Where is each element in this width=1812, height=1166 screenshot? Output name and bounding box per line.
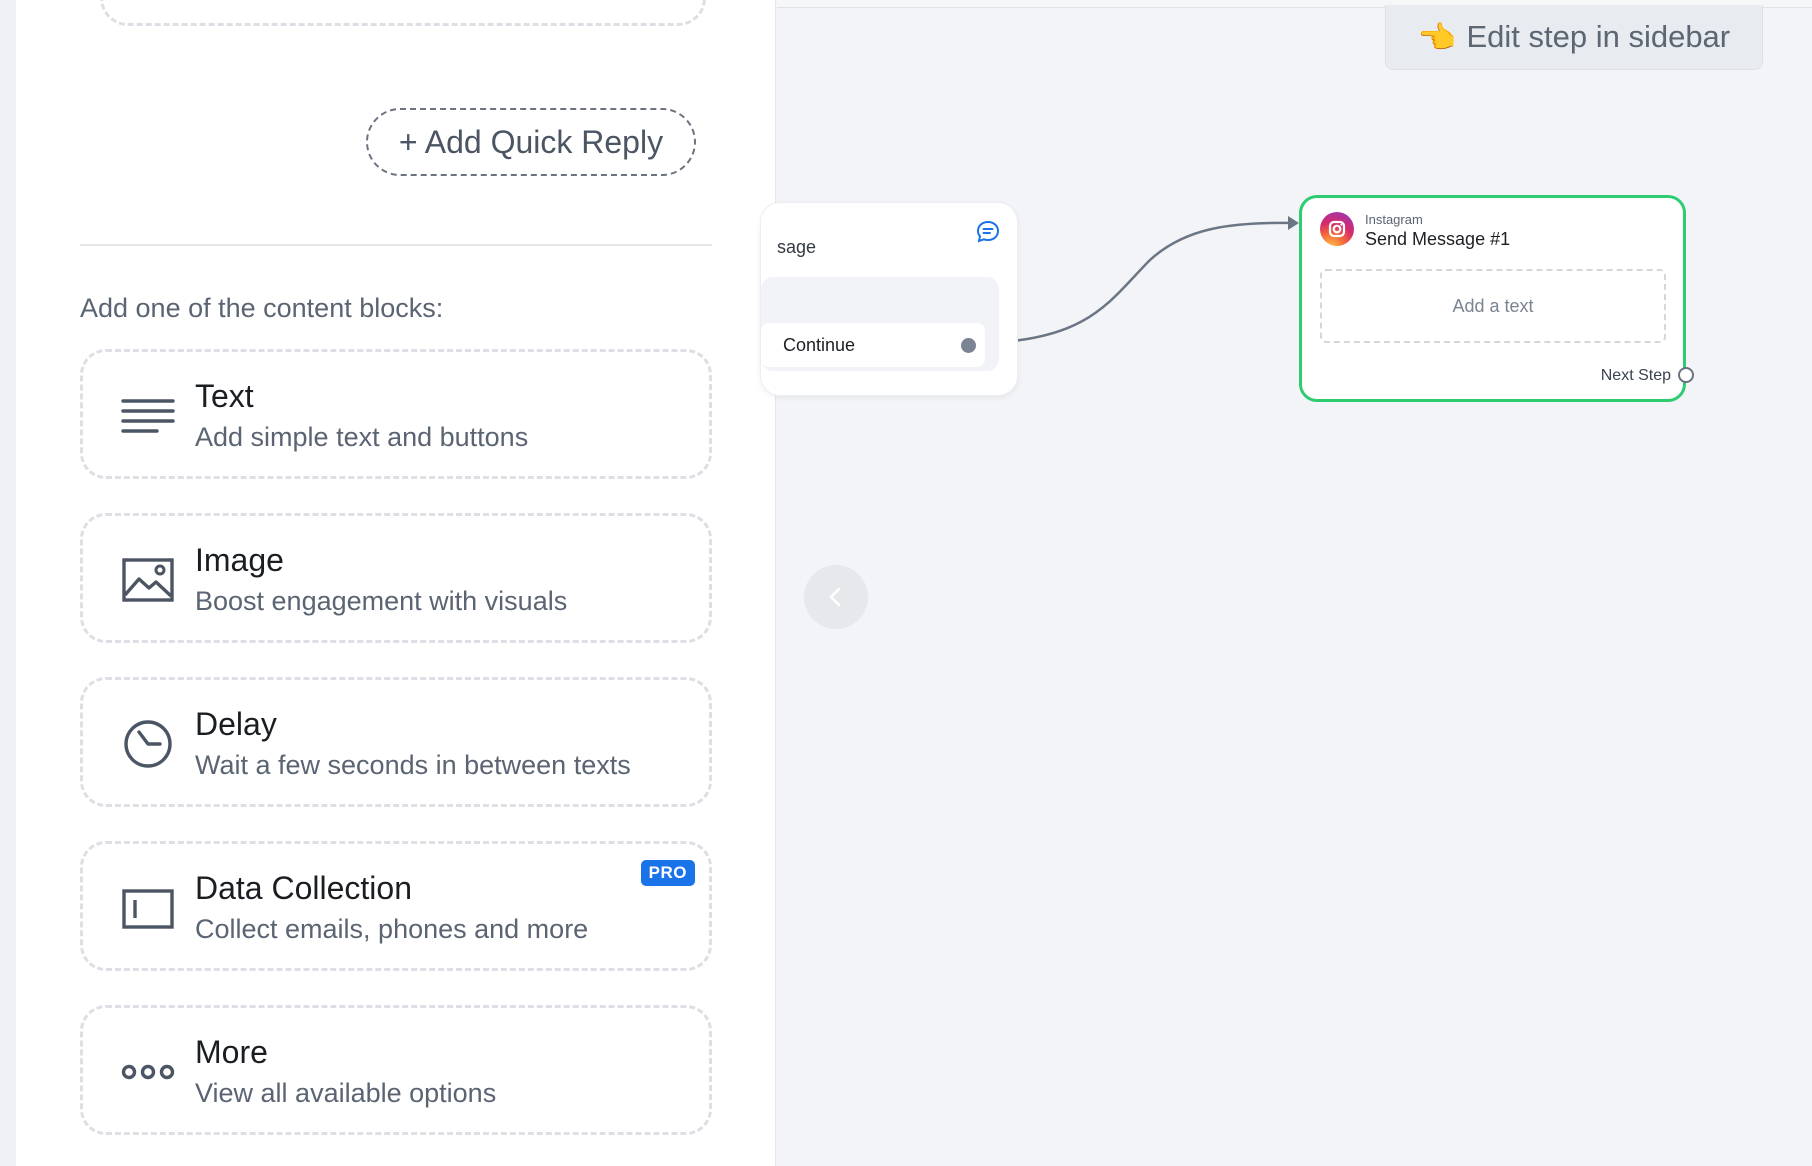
continue-label: Continue xyxy=(783,335,856,355)
instagram-icon xyxy=(1320,212,1354,246)
next-step-label: Next Step xyxy=(1600,367,1671,384)
content-block-delay[interactable]: Delay Wait a few seconds in between text… xyxy=(80,677,712,807)
pointing-hand-icon: 👈 xyxy=(1417,19,1457,55)
block-description: Wait a few seconds in between texts xyxy=(195,750,631,780)
clock-icon xyxy=(124,720,172,768)
add-text-area[interactable]: Add a text xyxy=(1320,269,1666,343)
chevron-left-icon xyxy=(829,587,841,607)
input-field-icon xyxy=(122,889,174,929)
edit-step-hint: 👈 Edit step in sidebar xyxy=(1385,5,1763,70)
content-blocks-heading: Add one of the content blocks: xyxy=(80,293,444,323)
divider xyxy=(80,244,712,246)
previous-block-card[interactable] xyxy=(100,0,706,26)
pro-badge: PRO xyxy=(640,860,695,886)
output-port[interactable] xyxy=(961,338,976,353)
left-edge-strip xyxy=(0,0,17,1166)
content-block-text[interactable]: Text Add simple text and buttons xyxy=(80,349,712,479)
block-description: Collect emails, phones and more xyxy=(195,914,589,944)
image-icon xyxy=(122,558,174,602)
node-platform-label: Instagram xyxy=(1365,212,1423,227)
block-description: View all available options xyxy=(195,1078,497,1108)
next-step-port[interactable] xyxy=(1678,367,1694,383)
send-message-node[interactable]: Instagram Send Message #1 Add a text Nex… xyxy=(1299,195,1694,402)
more-dots-icon xyxy=(121,1064,175,1080)
continue-button[interactable]: Continue xyxy=(761,323,985,367)
edit-hint-text: Edit step in sidebar xyxy=(1466,19,1731,54)
add-quick-reply-button[interactable]: + Add Quick Reply xyxy=(366,108,696,176)
collapse-sidebar-button[interactable] xyxy=(804,565,868,629)
block-title: Text xyxy=(195,378,254,414)
block-description: Add simple text and buttons xyxy=(195,422,529,452)
node-title: sage xyxy=(777,237,817,257)
chat-bubble-icon xyxy=(976,220,1000,243)
text-lines-icon xyxy=(121,399,175,433)
block-title: Data Collection xyxy=(195,870,412,906)
block-title: More xyxy=(195,1034,268,1070)
block-title: Image xyxy=(195,542,284,578)
content-block-more[interactable]: More View all available options xyxy=(80,1005,712,1135)
content-block-image[interactable]: Image Boost engagement with visuals xyxy=(80,513,712,643)
sidebar-panel: + Add Quick Reply Add one of the content… xyxy=(16,0,776,1166)
node-title: Send Message #1 xyxy=(1365,229,1511,249)
block-title: Delay xyxy=(195,706,277,742)
send-message-node-previous[interactable]: sage Continue xyxy=(760,202,1018,396)
content-block-data-collection[interactable]: Data Collection Collect emails, phones a… xyxy=(80,841,712,971)
block-description: Boost engagement with visuals xyxy=(195,586,568,616)
